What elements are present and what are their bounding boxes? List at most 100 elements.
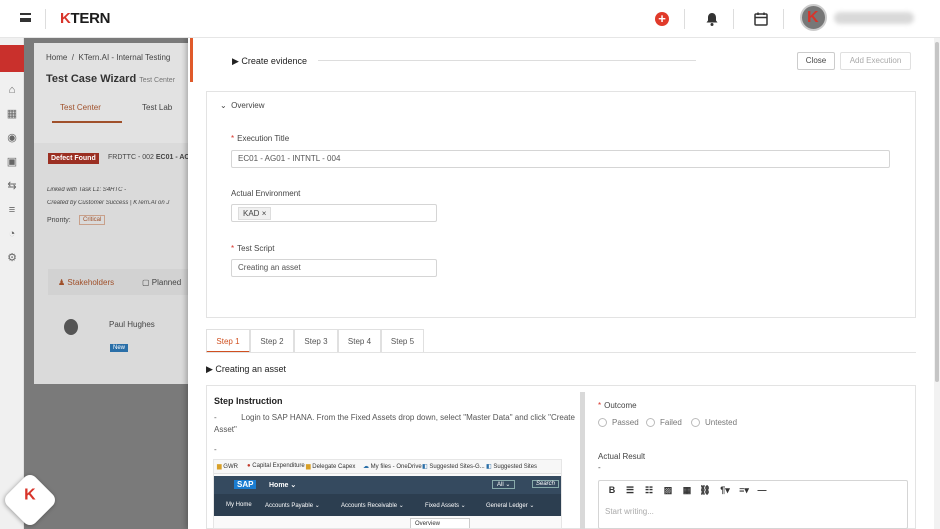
- background-card: Defect Found FRDTTC - 002 EC01 - AC Link…: [34, 143, 192, 384]
- favorite-item: ◧ Suggested Sites-G...: [422, 464, 485, 470]
- outcome-passed-label[interactable]: Passed: [612, 418, 639, 427]
- stakeholder-avatar: [64, 319, 78, 335]
- bold-icon[interactable]: B: [606, 485, 618, 495]
- link-icon[interactable]: ⛓: [699, 485, 711, 496]
- step-instruction-text: - Login to SAP HANA. From the Fixed Asse…: [214, 413, 575, 422]
- divider: [684, 9, 685, 29]
- tab-step-4[interactable]: Step 4: [338, 329, 381, 353]
- environment-tag[interactable]: KAD ×: [238, 207, 272, 220]
- sap-menu-item: Accounts Payable ⌄: [265, 503, 320, 509]
- tab-step-2[interactable]: Step 2: [250, 329, 294, 353]
- created-by: Created by Customer Success | KTern.AI o…: [47, 200, 170, 206]
- bullet-list-icon[interactable]: ☰: [624, 485, 636, 496]
- table-icon[interactable]: ▦: [681, 485, 693, 496]
- calendar-icon[interactable]: [753, 11, 769, 27]
- sap-logo: SAP: [234, 480, 257, 489]
- board-icon[interactable]: ▣: [6, 156, 18, 168]
- actual-result-label: Actual Result: [598, 452, 646, 461]
- tab-test-lab[interactable]: Test Lab: [142, 103, 172, 112]
- test-script-input[interactable]: Creating an asset: [231, 259, 437, 277]
- breadcrumb: Home / KTern.AI - Internal Testing: [46, 53, 171, 62]
- stakeholder-name: Paul Hughes: [109, 320, 155, 329]
- favorite-item: ◧ Suggested Sites: [486, 464, 538, 470]
- panel-scrollbar[interactable]: [934, 38, 940, 529]
- tab-step-1[interactable]: Step 1: [206, 329, 250, 353]
- sap-search-scope: All ⌄: [492, 480, 516, 489]
- step-instruction-text-cont: Asset": [214, 425, 237, 434]
- divider: [733, 9, 734, 29]
- linked-with: Linked with Task L1: S4HTC -: [47, 187, 127, 193]
- add-execution-button[interactable]: Add Execution: [840, 52, 911, 70]
- horizontal-rule-icon[interactable]: —: [756, 485, 768, 495]
- test-code: FRDTTC - 002 EC01 - AC: [108, 154, 190, 161]
- tab-stakeholders[interactable]: ♟ Stakeholders: [58, 278, 114, 287]
- remove-tag-icon[interactable]: ×: [262, 209, 267, 218]
- sap-menu-item: General Ledger ⌄: [486, 503, 535, 509]
- sap-screenshot-image: ▆ GWR ● Capital Expenditure ▆ Delegate C…: [213, 459, 562, 529]
- user-name-blurred[interactable]: [834, 12, 914, 24]
- tab-planned[interactable]: ▢ Planned: [142, 278, 181, 287]
- left-rail: ⌂ ▦ ◉ ▣ ⇆ ≡ ◔ ⚙: [0, 38, 24, 529]
- tab-test-center[interactable]: Test Center: [60, 103, 101, 112]
- add-icon[interactable]: +: [655, 12, 669, 26]
- sap-menu-item: Accounts Receivable ⌄: [341, 503, 404, 509]
- sap-search: Search: [532, 480, 560, 488]
- paragraph-icon[interactable]: ¶▾: [717, 485, 733, 496]
- overview-toggle[interactable]: ⌄ Overview: [220, 101, 265, 110]
- page-title: Test Case Wizard Test Center: [46, 73, 176, 85]
- split-divider[interactable]: [580, 392, 585, 529]
- outcome-failed-radio[interactable]: [646, 418, 655, 427]
- grid-icon[interactable]: ▦: [6, 108, 18, 120]
- editor-placeholder[interactable]: Start writing...: [605, 507, 654, 516]
- tab-underline: [52, 121, 122, 123]
- home-icon[interactable]: ⌂: [6, 84, 18, 96]
- dashboard-icon[interactable]: ◔: [6, 228, 18, 240]
- test-script-label: * Test Script: [231, 244, 275, 253]
- list-icon[interactable]: ≡: [6, 204, 18, 216]
- outcome-untested-label[interactable]: Untested: [705, 418, 737, 427]
- step-dash: -: [214, 445, 217, 454]
- top-bar: KTERN + K: [0, 0, 940, 38]
- sap-home: Home ⌄: [269, 482, 297, 489]
- align-icon[interactable]: ≡▾: [736, 485, 752, 496]
- panel-title[interactable]: ▶ Create evidence: [232, 56, 307, 67]
- divider: [783, 9, 784, 29]
- stakeholder-status-badge: New: [110, 344, 129, 352]
- outcome-untested-radio[interactable]: [691, 418, 700, 427]
- chevron-down-icon: ⌄: [220, 101, 227, 110]
- transfer-icon[interactable]: ⇆: [6, 180, 18, 192]
- panel-accent-bar: [190, 38, 193, 82]
- defect-badge: Defect Found: [48, 153, 99, 164]
- outcome-failed-label[interactable]: Failed: [660, 418, 682, 427]
- actual-result-dash: -: [598, 463, 601, 472]
- notification-bell-icon[interactable]: [704, 11, 720, 27]
- location-icon[interactable]: ◉: [6, 132, 18, 144]
- priority-label: Priority:: [47, 217, 71, 224]
- favorite-item: ☁ My files - OneDrive: [363, 464, 422, 470]
- step-heading[interactable]: ▶ Creating an asset: [206, 364, 286, 375]
- left-rail-accent: [0, 45, 24, 72]
- close-button[interactable]: Close: [797, 52, 835, 70]
- step-instruction-label: Step Instruction: [214, 396, 283, 406]
- outcome-label: * Outcome: [598, 401, 637, 410]
- environment-label: Actual Environment: [231, 189, 301, 198]
- favorite-item: ▆ Delegate Capex: [306, 464, 356, 470]
- favorite-item: ▆ GWR: [217, 464, 238, 470]
- sap-menu-item: My Home: [226, 502, 252, 508]
- hamburger-menu-icon[interactable]: [20, 13, 31, 22]
- title-divider: [318, 60, 696, 61]
- favorite-item: ● Capital Expenditure: [247, 463, 305, 469]
- execution-title-label: * Execution Title: [231, 134, 290, 143]
- execution-title-input[interactable]: EC01 - AG01 - INTNTL - 004: [231, 150, 890, 168]
- tab-step-3[interactable]: Step 3: [294, 329, 338, 353]
- user-avatar[interactable]: K: [800, 4, 827, 31]
- ktern-logo[interactable]: KTERN: [60, 10, 110, 27]
- divider: [45, 9, 46, 29]
- image-icon[interactable]: ▨: [662, 485, 674, 496]
- settings-icon[interactable]: ⚙: [6, 252, 18, 264]
- scrollbar-thumb[interactable]: [935, 42, 939, 382]
- tab-step-5[interactable]: Step 5: [381, 329, 424, 353]
- outcome-passed-radio[interactable]: [598, 418, 607, 427]
- numbered-list-icon[interactable]: ☷: [643, 485, 655, 496]
- sap-dropdown: Overview: [410, 518, 470, 528]
